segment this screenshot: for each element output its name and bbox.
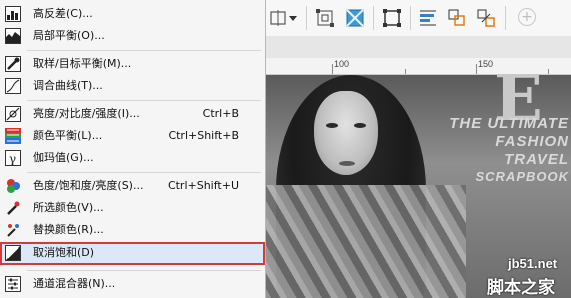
replace-color-icon	[5, 222, 21, 238]
toolbar-separator	[373, 6, 374, 30]
menu-item-shortcut: Ctrl+Shift+B	[168, 129, 239, 142]
group-icon[interactable]	[447, 8, 467, 28]
menu-item-sample-target-balance[interactable]: 取样/目标平衡(M)...	[0, 53, 265, 75]
horizontal-ruler: 100 150	[266, 58, 571, 75]
photo-eye	[326, 123, 338, 128]
menu-item-label: 高反差(C)...	[33, 7, 93, 20]
menu-item-local-equalization[interactable]: 局部平衡(O)...	[0, 25, 265, 47]
align-icon[interactable]	[418, 8, 438, 28]
menu-separator	[27, 50, 261, 51]
app-window: + 100 150 E THE ULTIMATE FASHION TRAVEL …	[0, 0, 571, 298]
menu-separator	[27, 100, 261, 101]
menu-item-label: 通道混合器(N)...	[33, 277, 116, 290]
color-balance-icon	[5, 128, 21, 144]
photo-scarf	[266, 185, 466, 298]
menu-item-color-balance[interactable]: 颜色平衡(L)... Ctrl+Shift+B	[0, 125, 265, 147]
gamma-icon: γ	[5, 150, 21, 166]
menu-item-label: 伽玛值(G)...	[33, 151, 94, 164]
ruler-tick	[476, 64, 477, 74]
selective-color-icon	[5, 200, 21, 216]
adjust-menu: 高反差(C)... 局部平衡(O)... 取样/目标平衡(M)... 调合曲线(…	[0, 0, 266, 298]
menu-item-desaturate[interactable]: 取消饱和(D)	[0, 242, 265, 265]
ruler-tick	[548, 69, 549, 74]
cover-line: THE ULTIMATE	[449, 115, 569, 132]
menu-item-label: 局部平衡(O)...	[33, 29, 105, 42]
menu-item-replace-color[interactable]: 替换颜色(R)...	[0, 219, 265, 241]
menu-item-label: 调合曲线(T)...	[33, 79, 103, 92]
brightness-contrast-icon	[5, 106, 21, 122]
menu-item-shortcut: Ctrl+B	[202, 107, 239, 120]
frame-icon[interactable]	[382, 8, 402, 28]
menu-item-label: 替换颜色(R)...	[33, 223, 104, 236]
add-icon[interactable]: +	[518, 8, 536, 26]
tone-curve-icon	[5, 78, 21, 94]
dropdown-arrow-icon[interactable]	[286, 8, 306, 28]
watermark-site: jb51.net	[508, 256, 558, 271]
mirror-icon[interactable]	[268, 8, 288, 28]
svg-text:γ: γ	[9, 152, 16, 166]
menu-item-label: 取样/目标平衡(M)...	[33, 57, 132, 70]
ruler-tick	[405, 69, 406, 74]
menu-separator	[27, 270, 261, 271]
ungroup-icon[interactable]	[476, 8, 496, 28]
menu-separator	[27, 172, 261, 173]
photo-eye	[354, 123, 366, 128]
menu-item-gamma[interactable]: γ 伽玛值(G)...	[0, 147, 265, 169]
menu-item-brightness-contrast[interactable]: 亮度/对比度/强度(I)... Ctrl+B	[0, 103, 265, 125]
high-contrast-icon	[5, 6, 21, 22]
toolbar-separator	[306, 6, 307, 30]
ruler-tick	[332, 64, 333, 74]
menu-item-high-contrast[interactable]: 高反差(C)...	[0, 3, 265, 25]
menu-item-channel-mixer[interactable]: 通道混合器(N)...	[0, 273, 265, 295]
menu-item-shortcut: Ctrl+Shift+U	[167, 179, 239, 192]
menu-item-label: 所选颜色(V)...	[33, 201, 104, 214]
node-align-icon[interactable]	[315, 8, 335, 28]
channel-mixer-icon	[5, 276, 21, 292]
menu-item-hue-saturation[interactable]: 色度/饱和度/亮度(S)... Ctrl+Shift+U	[0, 175, 265, 197]
bitmap-mask-icon[interactable]	[345, 8, 365, 28]
watermark-brand: 脚本之家	[487, 278, 555, 298]
menu-item-tone-curve[interactable]: 调合曲线(T)...	[0, 75, 265, 97]
ruler-label: 100	[334, 59, 350, 69]
cover-line: SCRAPBOOK	[475, 169, 569, 184]
menu-item-label: 取消饱和(D)	[33, 246, 95, 259]
cover-line: TRAVEL	[504, 151, 569, 168]
hue-saturation-icon	[5, 178, 21, 194]
photo-lips	[339, 161, 355, 166]
eyedropper-balance-icon	[5, 56, 21, 72]
toolbar-separator	[505, 6, 506, 30]
menu-item-label: 亮度/对比度/强度(I)...	[33, 107, 140, 120]
menu-item-label: 颜色平衡(L)...	[33, 129, 103, 142]
desaturate-icon	[5, 245, 21, 261]
toolbar-separator	[410, 6, 411, 30]
menu-item-selective-color[interactable]: 所选颜色(V)...	[0, 197, 265, 219]
cover-line: FASHION	[495, 133, 569, 150]
local-equalization-icon	[5, 28, 21, 44]
menu-item-label: 色度/饱和度/亮度(S)...	[33, 179, 144, 192]
ruler-label: 150	[478, 59, 494, 69]
